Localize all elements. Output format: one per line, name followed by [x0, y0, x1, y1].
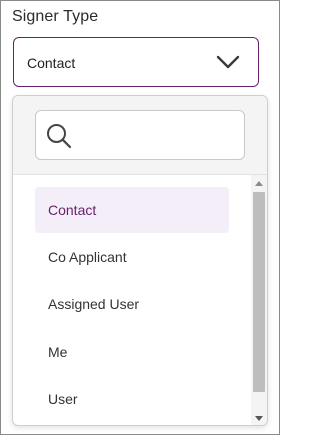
options-list: Contact Co Applicant Assigned User Me Us… — [13, 175, 253, 425]
signer-type-widget: Signer Type Contact Contact Co Applicant… — [0, 0, 280, 435]
scroll-up-icon[interactable] — [255, 181, 263, 186]
search-input[interactable] — [80, 123, 234, 149]
scroll-down-icon[interactable] — [255, 416, 263, 421]
search-icon — [46, 123, 72, 149]
dropdown-panel: Contact Co Applicant Assigned User Me Us… — [12, 95, 268, 426]
chevron-down-icon[interactable] — [216, 52, 240, 72]
option-me[interactable]: Me — [35, 329, 229, 375]
options-scrollbar[interactable] — [251, 175, 267, 425]
search-field[interactable] — [35, 110, 245, 160]
option-user[interactable]: User — [35, 376, 229, 422]
option-co-applicant[interactable]: Co Applicant — [35, 234, 229, 280]
option-contact[interactable]: Contact — [35, 187, 229, 233]
selected-value: Contact — [27, 55, 76, 71]
signer-type-label: Signer Type — [12, 8, 99, 25]
option-assigned-user[interactable]: Assigned User — [35, 281, 229, 327]
scroll-thumb[interactable] — [253, 192, 265, 392]
signer-type-select[interactable]: Contact — [13, 37, 259, 87]
search-area — [13, 96, 267, 175]
